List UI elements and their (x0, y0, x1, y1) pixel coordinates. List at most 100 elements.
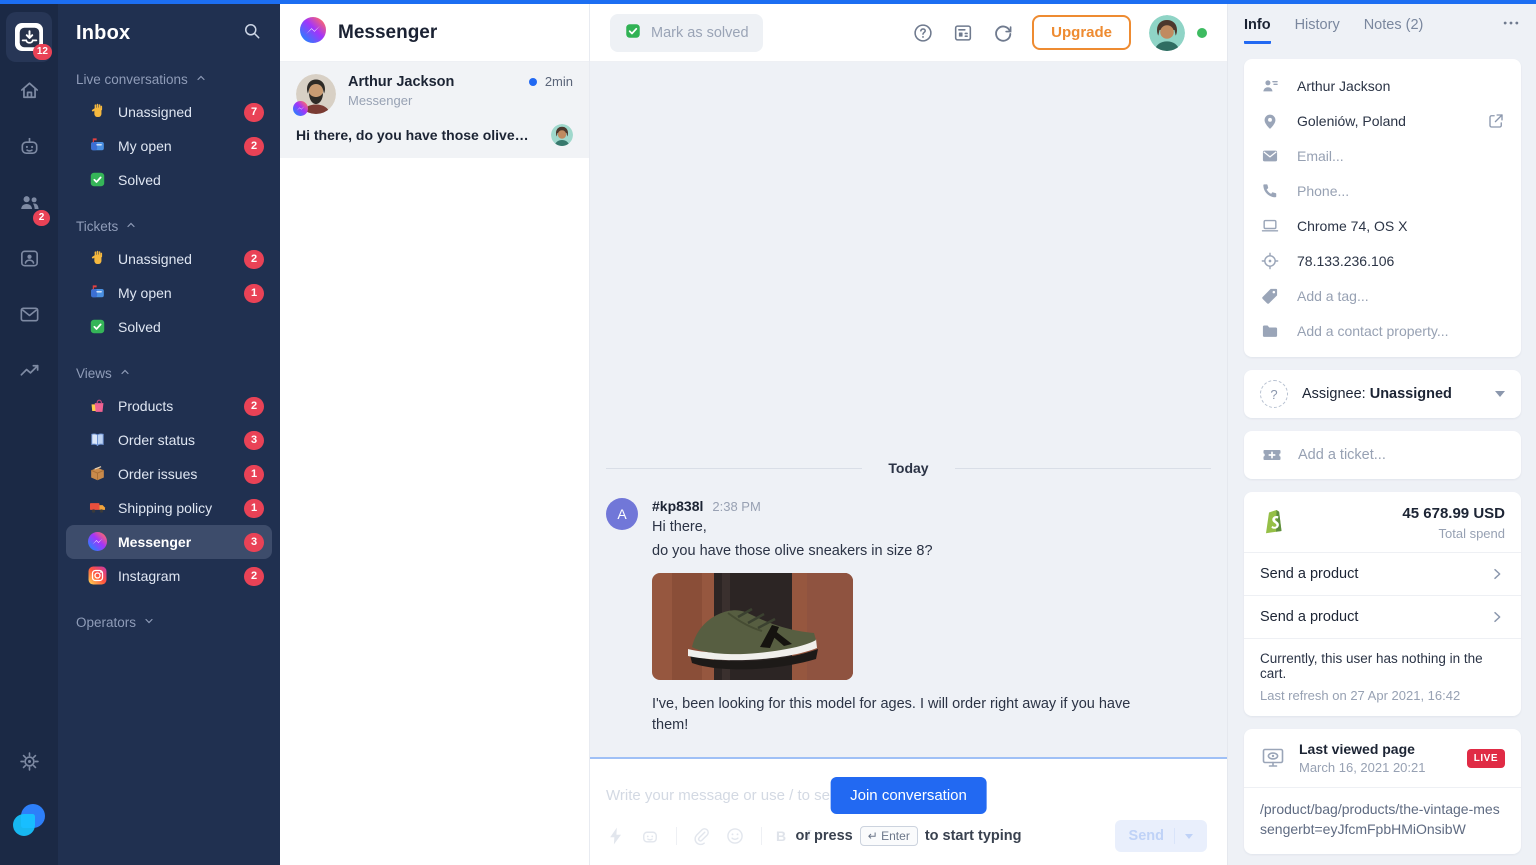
sidebar-title: Inbox (76, 21, 131, 44)
attachment-icon[interactable] (691, 826, 711, 846)
contact-phone-row[interactable]: Phone... (1260, 173, 1505, 208)
conversation-list-item[interactable]: Arthur Jackson Messenger 2min Hi there, … (280, 62, 589, 158)
solved-check-icon (88, 170, 108, 190)
unread-badge: 2 (244, 566, 264, 586)
rail-item-contacts[interactable] (6, 236, 52, 286)
home-icon (18, 79, 41, 107)
sidebar-item-live-unassigned[interactable]: Unassigned 7 (66, 95, 272, 129)
tab-notes[interactable]: Notes (2) (1364, 6, 1424, 44)
solved-check-icon (624, 22, 642, 44)
send-button[interactable]: Send (1114, 820, 1207, 852)
tab-history[interactable]: History (1295, 6, 1340, 44)
solved-check-icon (88, 317, 108, 337)
sidebar-item-live-solved[interactable]: Solved (66, 163, 272, 197)
sidebar-item-instagram[interactable]: Instagram 2 (66, 559, 272, 593)
sidebar-item-shipping-policy[interactable]: Shipping policy 1 (66, 491, 272, 525)
mail-icon (1260, 146, 1280, 166)
help-icon[interactable] (912, 22, 934, 44)
sidebar-item-order-status[interactable]: Order status 3 (66, 423, 272, 457)
laptop-icon (1260, 216, 1280, 236)
agent-mini-avatar (551, 124, 573, 146)
bold-button[interactable]: B (776, 828, 788, 844)
assignee-card[interactable]: ? Assignee: Unassigned (1244, 370, 1521, 418)
contact-email-row[interactable]: Email... (1260, 138, 1505, 173)
sidebar-item-messenger[interactable]: Messenger 3 (66, 525, 272, 559)
total-spend-value: 45 678.99 USD (1402, 505, 1505, 522)
emoji-icon[interactable] (725, 826, 745, 846)
agent-avatar[interactable] (1149, 14, 1185, 51)
chevron-up-icon (125, 219, 137, 234)
sidebar-item-live-my-open[interactable]: My open 2 (66, 129, 272, 163)
contact-info-card: Arthur Jackson Goleniów, Poland Email...… (1244, 59, 1521, 357)
assignee-value: Unassigned (1369, 386, 1452, 402)
message-text: do you have those olive sneakers in size… (652, 543, 933, 560)
unread-badge: 2 (244, 249, 264, 269)
map-pin-icon (1260, 111, 1280, 131)
search-icon[interactable] (242, 21, 262, 46)
last-viewed-page-card: Last viewed page March 16, 2021 20:21 LI… (1244, 729, 1521, 854)
sidebar-item-label: Instagram (118, 568, 181, 584)
sidebar-item-label: Solved (118, 172, 161, 188)
rail-item-team[interactable]: 2 (6, 180, 52, 230)
inbox-count-badge: 12 (32, 44, 52, 60)
quick-replies-icon[interactable] (606, 826, 626, 846)
sidebar-item-tickets-unassigned[interactable]: Unassigned 2 (66, 242, 272, 276)
sidebar-item-tickets-solved[interactable]: Solved (66, 310, 272, 344)
sneaker-photo-attachment[interactable] (652, 572, 853, 680)
rail-item-reports[interactable] (6, 348, 52, 398)
sidebar-item-label: Order status (118, 432, 196, 448)
section-views[interactable]: Views (58, 356, 280, 389)
sidebar-item-label: Solved (118, 319, 161, 335)
monitor-eye-icon (1260, 745, 1286, 771)
mailbox-icon (88, 283, 108, 303)
message-history[interactable]: Today A #kp838l 2:38 PM Hi there, do you… (590, 62, 1227, 757)
unread-badge: 3 (244, 532, 264, 552)
rail-item-inbox[interactable]: 12 (6, 12, 52, 62)
unread-dot (528, 77, 537, 86)
rail-item-chatbot[interactable] (6, 124, 52, 174)
sidebar-item-products[interactable]: Products 2 (66, 389, 272, 423)
join-conversation-button[interactable]: Join conversation (830, 777, 987, 814)
livechat-logo-icon (13, 804, 45, 836)
external-link-icon[interactable] (1487, 112, 1505, 130)
rail-item-settings[interactable] (6, 739, 52, 789)
sidebar-item-label: My open (118, 138, 172, 154)
last-viewed-url[interactable]: /product/bag/products/the-vintage-messen… (1244, 788, 1521, 854)
crosshair-icon (1260, 251, 1280, 271)
truck-icon (88, 498, 108, 518)
refresh-icon[interactable] (992, 22, 1014, 44)
unread-badge: 1 (244, 464, 264, 484)
sidebar-item-tickets-my-open[interactable]: My open 1 (66, 276, 272, 310)
sidebar-item-order-issues[interactable]: Order issues 1 (66, 457, 272, 491)
wave-icon (88, 249, 108, 269)
add-ticket-card[interactable]: Add a ticket... (1244, 431, 1521, 479)
contact-card-icon (18, 247, 41, 275)
add-tag-row[interactable]: Add a tag... (1260, 278, 1505, 313)
unassigned-question-icon: ? (1260, 380, 1288, 408)
send-product-row[interactable]: Send a product (1244, 553, 1521, 595)
conversation-channel: Messenger (348, 93, 413, 108)
unread-badge: 7 (244, 102, 264, 122)
news-icon[interactable] (952, 22, 974, 44)
package-icon (88, 464, 108, 484)
tab-info[interactable]: Info (1244, 6, 1271, 44)
online-status-dot (1197, 27, 1207, 38)
rail-item-tickets-mail[interactable] (6, 292, 52, 342)
section-operators[interactable]: Operators (58, 605, 280, 638)
more-options-icon[interactable] (1501, 13, 1521, 38)
sidebar-item-label: Shipping policy (118, 500, 213, 516)
section-live-conversations[interactable]: Live conversations (58, 62, 280, 95)
chatbot-suggestion-icon[interactable] (640, 826, 660, 846)
team-count-badge: 2 (33, 210, 50, 226)
upgrade-button[interactable]: Upgrade (1032, 15, 1131, 50)
rail-item-livechat-logo[interactable] (6, 795, 52, 845)
rail-item-home[interactable] (6, 68, 52, 118)
contact-name: Arthur Jackson (1297, 77, 1391, 94)
send-product-label: Send a product (1260, 609, 1359, 625)
section-tickets[interactable]: Tickets (58, 209, 280, 242)
add-property-row[interactable]: Add a contact property... (1260, 313, 1505, 348)
mark-as-solved-button[interactable]: Mark as solved (610, 13, 763, 52)
chevron-right-icon (1489, 566, 1505, 582)
live-badge: LIVE (1466, 748, 1505, 768)
send-product-row[interactable]: Send a product (1244, 596, 1521, 638)
